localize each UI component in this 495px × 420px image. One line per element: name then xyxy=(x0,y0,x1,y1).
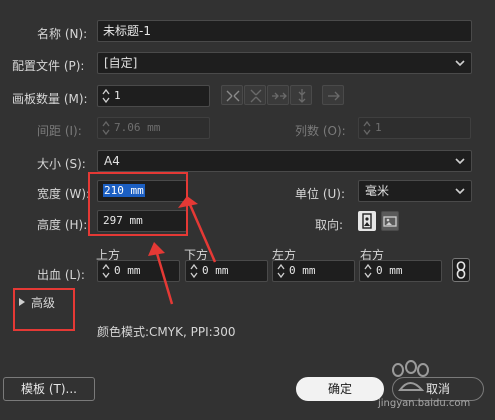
arrow-to-width-icon xyxy=(186,199,217,263)
annotation-arrows xyxy=(148,196,217,305)
arrow-to-height-icon xyxy=(154,249,174,305)
